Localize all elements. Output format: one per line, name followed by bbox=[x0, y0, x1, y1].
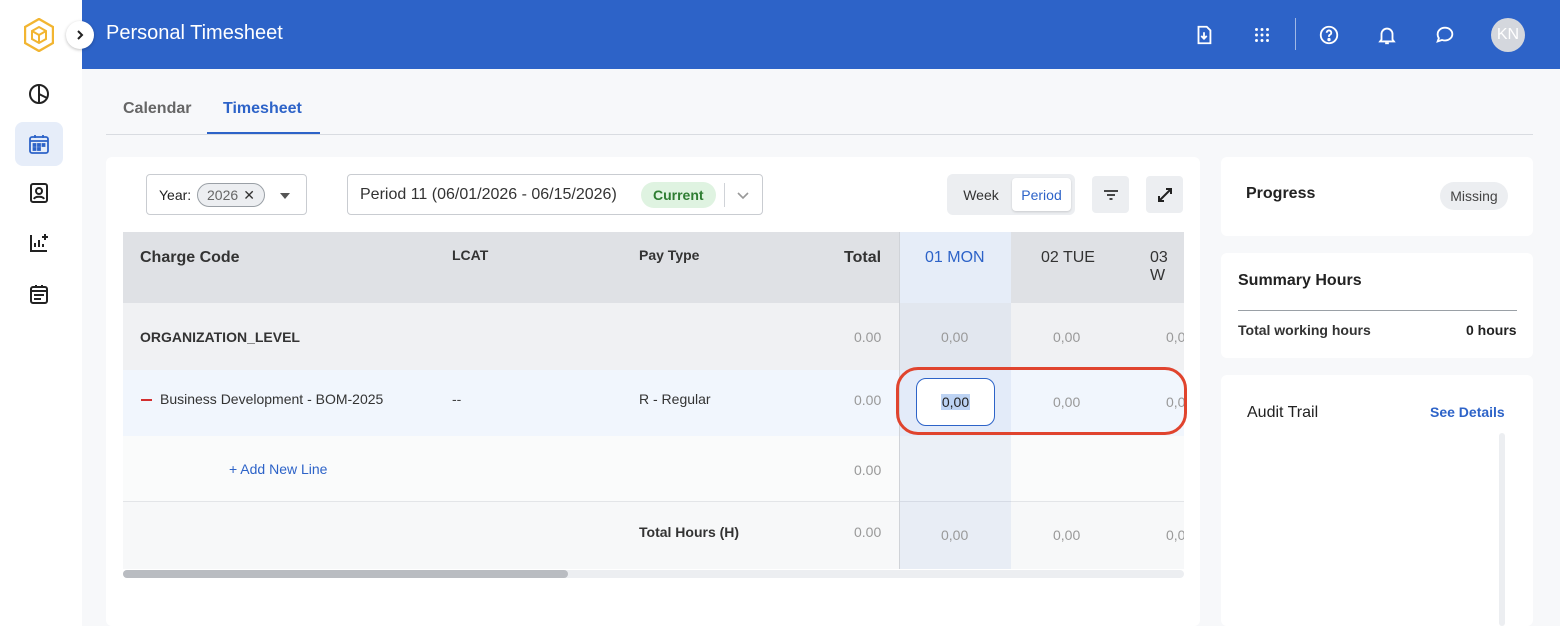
charge-code-value: Business Development - BOM-2025 bbox=[160, 391, 384, 407]
year-chip-value: 2026 bbox=[207, 187, 239, 203]
org-day-01: 0,00 bbox=[941, 329, 969, 345]
col-charge-code[interactable]: Charge Code bbox=[140, 249, 240, 267]
col-pay-type[interactable]: Pay Type bbox=[639, 247, 699, 263]
download-doc-icon bbox=[1197, 25, 1212, 45]
export-button[interactable] bbox=[1189, 20, 1219, 50]
lcat-value: -- bbox=[452, 391, 462, 407]
filter-lines-icon bbox=[1103, 189, 1118, 200]
col-day-03[interactable]: 03 W bbox=[1150, 249, 1184, 285]
chart-add-icon bbox=[30, 234, 48, 252]
horizontal-scroll-thumb[interactable] bbox=[123, 570, 568, 578]
rail-reports[interactable] bbox=[15, 221, 63, 265]
dashboard-pie-icon bbox=[29, 84, 49, 104]
app-logo-icon[interactable] bbox=[24, 18, 54, 52]
summary-panel bbox=[1221, 253, 1533, 358]
rail-schedule[interactable] bbox=[15, 272, 63, 316]
active-tab-indicator bbox=[207, 132, 320, 134]
total-day-02: 0,00 bbox=[1053, 527, 1081, 543]
progress-status-badge: Missing bbox=[1440, 182, 1508, 210]
tab-timesheet[interactable]: Timesheet bbox=[223, 100, 302, 118]
year-dropdown-icon[interactable] bbox=[280, 193, 290, 199]
org-day-02: 0,00 bbox=[1053, 329, 1081, 345]
pay-type-value: R - Regular bbox=[639, 391, 711, 407]
add-new-line-link[interactable]: + Add New Line bbox=[229, 461, 327, 477]
grid-header-row bbox=[123, 232, 1184, 303]
line-total: 0.00 bbox=[854, 392, 882, 408]
app-title: Personal Timesheet bbox=[106, 22, 283, 44]
left-nav-rail bbox=[0, 0, 82, 626]
clear-year-icon[interactable]: ✕ bbox=[243, 187, 255, 204]
year-chip: 2026 ✕ bbox=[197, 183, 265, 207]
col-total[interactable]: Total bbox=[844, 249, 881, 267]
audit-scrollbar[interactable] bbox=[1499, 433, 1505, 626]
period-value: Period 11 (06/01/2026 - 06/15/2026) bbox=[360, 186, 617, 203]
bell-icon bbox=[1378, 27, 1396, 45]
summary-title: Summary Hours bbox=[1238, 272, 1362, 289]
org-level-label: ORGANIZATION_LEVEL bbox=[140, 329, 300, 345]
contact-card-icon bbox=[30, 183, 48, 203]
total-hours-total: 0.00 bbox=[854, 524, 882, 540]
add-row-total: 0.00 bbox=[854, 462, 882, 478]
remove-line-icon[interactable] bbox=[141, 399, 152, 401]
chevron-right-icon bbox=[77, 30, 84, 40]
rail-dashboard[interactable] bbox=[15, 72, 63, 116]
expand-sidebar-button[interactable] bbox=[66, 21, 94, 49]
help-button[interactable] bbox=[1314, 20, 1344, 50]
total-hours-label: Total Hours (H) bbox=[639, 524, 740, 540]
chat-icon bbox=[1436, 26, 1454, 43]
rail-profile[interactable] bbox=[15, 171, 63, 215]
tab-calendar[interactable]: Calendar bbox=[123, 100, 191, 118]
period-view-button[interactable]: Period bbox=[1012, 178, 1071, 211]
apps-button[interactable] bbox=[1247, 20, 1277, 50]
org-total: 0.00 bbox=[854, 329, 882, 345]
total-day-01: 0,00 bbox=[941, 527, 969, 543]
summary-divider bbox=[1238, 310, 1517, 311]
progress-title: Progress bbox=[1246, 185, 1316, 202]
period-separator bbox=[724, 183, 725, 207]
expand-arrows-icon bbox=[1157, 187, 1172, 202]
audit-trail-title: Audit Trail bbox=[1247, 404, 1319, 421]
year-label: Year: bbox=[159, 187, 192, 203]
filter-button[interactable] bbox=[1092, 176, 1129, 213]
apps-grid-icon bbox=[1255, 28, 1269, 42]
week-view-button[interactable]: Week bbox=[951, 178, 1011, 211]
monday-header-bg bbox=[900, 232, 1011, 303]
calendar-icon bbox=[29, 135, 49, 154]
user-avatar[interactable]: KN bbox=[1491, 18, 1525, 52]
total-working-hours-value: 0 hours bbox=[1466, 322, 1517, 338]
notifications-button[interactable] bbox=[1372, 20, 1402, 50]
current-period-badge: Current bbox=[641, 182, 716, 208]
total-day-03: 0,0 bbox=[1166, 527, 1184, 543]
chevron-down-icon[interactable] bbox=[736, 188, 750, 202]
year-select[interactable]: Year: 2026 ✕ bbox=[146, 174, 307, 215]
see-details-link[interactable]: See Details bbox=[1430, 404, 1505, 420]
schedule-icon bbox=[30, 285, 48, 304]
col-day-01[interactable]: 01 MON bbox=[925, 249, 985, 267]
help-icon bbox=[1319, 25, 1339, 45]
header-divider bbox=[1295, 18, 1296, 50]
fullscreen-button[interactable] bbox=[1146, 176, 1183, 213]
col-day-02[interactable]: 02 TUE bbox=[1041, 249, 1095, 267]
chat-button[interactable] bbox=[1430, 20, 1460, 50]
org-day-03: 0,0 bbox=[1166, 329, 1184, 345]
rail-timesheet[interactable] bbox=[15, 122, 63, 166]
view-toggle: Week Period bbox=[947, 174, 1075, 215]
annotation-highlight bbox=[896, 367, 1187, 435]
col-lcat[interactable]: LCAT bbox=[452, 247, 488, 263]
view-tabs: Calendar Timesheet bbox=[106, 90, 1533, 135]
period-select[interactable]: Period 11 (06/01/2026 - 06/15/2026) Curr… bbox=[347, 174, 763, 215]
total-working-hours-label: Total working hours bbox=[1238, 322, 1371, 338]
